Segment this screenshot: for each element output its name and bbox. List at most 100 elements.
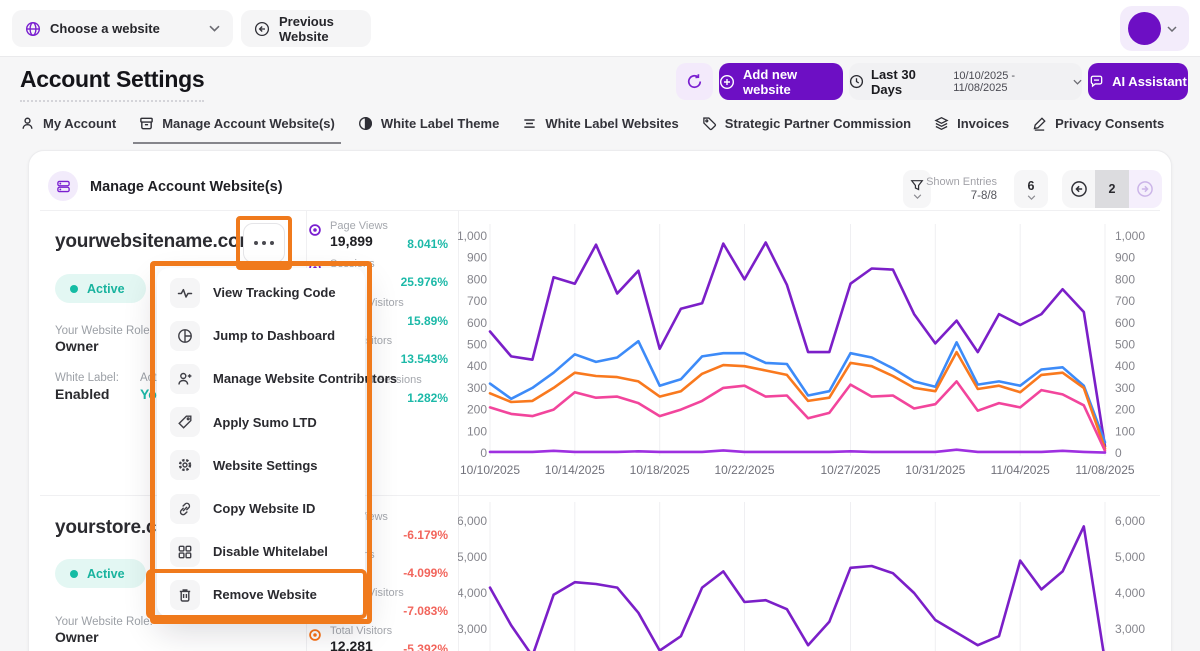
gear-icon (170, 450, 200, 480)
svg-text:5,000: 5,000 (1115, 550, 1145, 564)
previous-website-button[interactable]: Previous Website (241, 10, 371, 47)
role-value: Owner (55, 338, 99, 354)
chevron-down-icon (1073, 79, 1082, 85)
svg-text:1,000: 1,000 (1115, 229, 1145, 243)
date-range-picker[interactable]: Last 30 Days 10/10/2025 - 11/08/2025 (849, 63, 1082, 100)
activity-icon (170, 278, 200, 308)
menu-item-apply-sumo-ltd[interactable]: Apply Sumo LTD (157, 401, 365, 444)
tab-white-label-websites[interactable]: White Label Websites (522, 116, 678, 142)
arrow-left-circle-icon (1070, 180, 1088, 198)
card-title: Manage Account Website(s) (90, 179, 283, 195)
person-icon (20, 116, 35, 131)
svg-text:10/22/2025: 10/22/2025 (714, 463, 774, 477)
target-icon (308, 628, 322, 642)
website-name: yourwebsitename.com (55, 231, 256, 253)
previous-page-button[interactable] (1062, 170, 1095, 208)
choose-website-dropdown[interactable]: Choose a website (12, 10, 233, 47)
tag-icon (702, 116, 717, 131)
svg-text:800: 800 (467, 272, 487, 286)
stat-total-visitors: Total Visitors 12,281 -5.392% (308, 625, 448, 651)
svg-text:700: 700 (467, 294, 487, 308)
plus-circle-icon (719, 74, 735, 90)
svg-text:300: 300 (467, 381, 487, 395)
svg-text:600: 600 (467, 316, 487, 330)
pie-chart-icon (170, 321, 200, 351)
menu-item-manage-website-contributors[interactable]: Manage Website Contributors (157, 357, 365, 400)
avatar (1128, 12, 1161, 45)
shown-entries-value: 7-8/8 (917, 190, 997, 202)
page-size-select[interactable]: 6 (1014, 170, 1048, 208)
tab-privacy-consents[interactable]: Privacy Consents (1032, 116, 1164, 142)
server-icon (48, 171, 78, 201)
svg-text:500: 500 (1115, 338, 1135, 352)
status-badge: Active (55, 559, 146, 588)
status-dot-icon (70, 570, 78, 578)
pen-icon (1032, 116, 1047, 131)
svg-text:0: 0 (480, 446, 487, 460)
user-menu[interactable] (1120, 6, 1189, 51)
top-bar: Choose a website Previous Website (0, 0, 1200, 57)
current-page-indicator: 2 (1095, 170, 1128, 208)
menu-item-remove-website[interactable]: Remove Website (157, 573, 365, 616)
svg-text:600: 600 (1115, 316, 1135, 330)
website-actions-menu-button[interactable] (243, 223, 285, 263)
target-icon (308, 223, 322, 237)
svg-text:11/08/2025: 11/08/2025 (1075, 463, 1134, 477)
arrow-right-circle-icon (1136, 180, 1154, 198)
svg-text:0: 0 (1115, 446, 1122, 460)
svg-text:10/10/2025: 10/10/2025 (460, 463, 520, 477)
svg-text:4,000: 4,000 (1115, 586, 1145, 600)
svg-text:100: 100 (467, 424, 487, 438)
shown-entries-label: Shown Entries (917, 176, 997, 188)
svg-text:1,000: 1,000 (458, 229, 487, 243)
svg-text:200: 200 (467, 403, 487, 417)
archive-icon (139, 116, 154, 131)
svg-text:500: 500 (467, 338, 487, 352)
stat-page-views: Page Views 19,899 8.041% (308, 220, 448, 250)
page-title: Account Settings (20, 66, 204, 102)
layers-icon (934, 116, 949, 131)
svg-text:700: 700 (1115, 294, 1135, 308)
chevron-down-icon (1027, 195, 1036, 200)
tab-invoices[interactable]: Invoices (934, 116, 1009, 142)
role-label: Your Website Role: (55, 325, 153, 337)
trash-icon (170, 580, 200, 610)
tab-white-label-theme[interactable]: White Label Theme (358, 116, 499, 142)
shown-entries: Shown Entries 7-8/8 (917, 176, 997, 202)
grid-icon (170, 537, 200, 567)
user-plus-icon (170, 364, 200, 394)
tab-manage-account-websites[interactable]: Manage Account Website(s) (133, 116, 341, 144)
menu-item-website-settings[interactable]: Website Settings (157, 444, 365, 487)
tab-strategic-partner-commission[interactable]: Strategic Partner Commission (702, 116, 911, 142)
contrast-icon (358, 116, 373, 131)
link-icon (170, 494, 200, 524)
choose-website-label: Choose a website (50, 21, 160, 36)
tab-my-account[interactable]: My Account (20, 116, 116, 142)
svg-text:11/04/2025: 11/04/2025 (991, 463, 1050, 477)
arrow-left-circle-icon (254, 21, 270, 37)
menu-item-view-tracking-code[interactable]: View Tracking Code (157, 271, 365, 314)
refresh-button[interactable] (676, 63, 713, 100)
menu-item-jump-to-dashboard[interactable]: Jump to Dashboard (157, 314, 365, 357)
svg-text:6,000: 6,000 (1115, 514, 1145, 528)
menu-item-disable-whitelabel[interactable]: Disable Whitelabel (157, 530, 365, 573)
date-range-label: Last 30 Days (871, 67, 946, 97)
chevron-down-icon (209, 25, 220, 32)
row-divider (40, 210, 1160, 211)
clock-icon (849, 74, 864, 89)
svg-text:3,000: 3,000 (1115, 622, 1145, 636)
white-label-value: Enabled (55, 386, 109, 402)
next-page-button[interactable] (1129, 170, 1162, 208)
ai-assistant-label: AI Assistant (1112, 74, 1187, 89)
svg-text:3,000: 3,000 (458, 622, 487, 636)
status-badge: Active (55, 274, 146, 303)
svg-text:200: 200 (1115, 403, 1135, 417)
add-new-website-button[interactable]: Add new website (719, 63, 843, 100)
svg-text:800: 800 (1115, 272, 1135, 286)
add-new-website-label: Add new website (743, 67, 843, 97)
svg-text:10/18/2025: 10/18/2025 (630, 463, 690, 477)
ai-assistant-button[interactable]: AI Assistant (1088, 63, 1188, 100)
tag-icon (170, 407, 200, 437)
menu-item-copy-website-id[interactable]: Copy Website ID (157, 487, 365, 530)
svg-text:10/27/2025: 10/27/2025 (820, 463, 880, 477)
